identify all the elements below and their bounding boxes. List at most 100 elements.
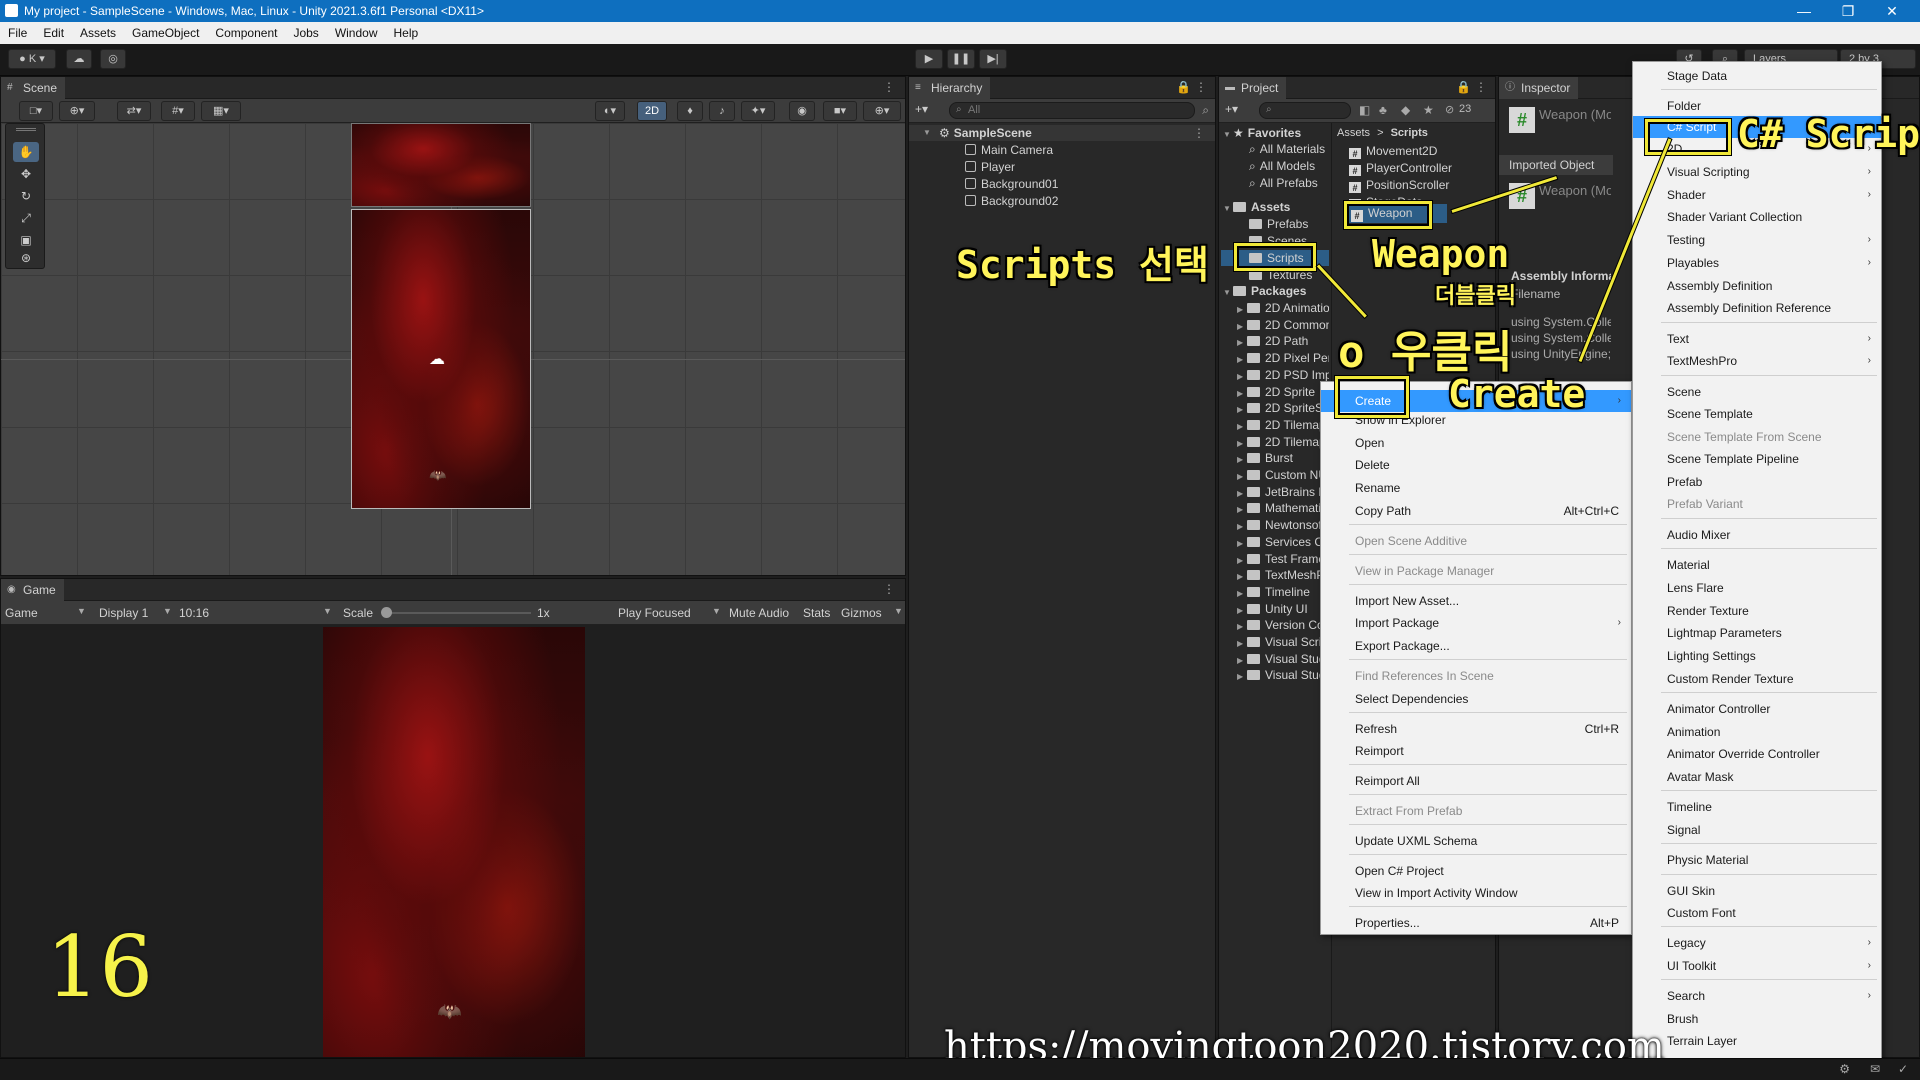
create-menu-item-animation[interactable]: Animation [1633,721,1881,743]
package-folder[interactable]: ▶ 2D Sprite [1237,384,1329,400]
tab-project[interactable]: ▬ Project [1219,77,1287,99]
play-button[interactable]: ▶ [915,49,943,69]
step-button[interactable]: ▶| [979,49,1007,69]
restore-button[interactable]: ❐ [1826,0,1870,22]
breadcrumb-current[interactable]: Scripts [1391,127,1428,139]
stats-button[interactable]: Stats [803,606,830,620]
context-menu-item-refresh[interactable]: Refresh Ctrl+R [1321,718,1631,740]
package-folder[interactable]: ▶ 2D Animation [1237,300,1329,316]
create-menu-item-stage-data[interactable]: Stage Data [1633,65,1881,87]
scene-expand-icon[interactable]: ▼ [923,125,931,141]
package-folder[interactable]: ▶Visual Studio Editor [1237,667,1329,683]
create-menu-item-playables[interactable]: Playables › [1633,252,1881,274]
assets-header[interactable]: ▼ Assets [1223,199,1329,215]
package-folder[interactable]: ▶ 2D Pixel Perfect [1237,350,1329,366]
gizmos-button[interactable]: Gizmos [841,606,882,620]
package-folder[interactable]: ▶2D Tilemap Extras [1237,434,1329,450]
context-menu-item-rename[interactable]: Rename [1321,477,1631,499]
create-menu-item-scene-template[interactable]: Scene Template [1633,403,1881,425]
context-menu-item-open[interactable]: Open [1321,432,1631,454]
favorite-item[interactable]: ⌕ All Materials [1249,141,1329,157]
move-tool[interactable]: ✥ [13,164,39,184]
tab-scene[interactable]: # Scene [1,77,66,99]
create-menu-item-custom-font[interactable]: Custom Font [1633,902,1881,924]
scene-more-options-icon[interactable]: ⋮ [1193,125,1205,141]
package-folder[interactable]: ▶2D Tilemap Editor [1237,417,1329,433]
status-bug-icon[interactable]: ✉ [1870,1062,1880,1076]
hierarchy-search-input[interactable]: ⌕ All [949,102,1195,119]
project-search-input[interactable]: ⌕ [1259,102,1351,119]
camera-dropdown[interactable]: ■▾ [823,101,857,121]
create-menu-item-shader-variant-collection[interactable]: Shader Variant Collection [1633,206,1881,228]
script-asset[interactable]: # Movement2D [1349,143,1495,159]
create-menu-item-shader[interactable]: Shader › [1633,184,1881,206]
create-menu-item-assembly-definition-reference[interactable]: Assembly Definition Reference [1633,297,1881,319]
create-menu-item-search[interactable]: Search › [1633,985,1881,1007]
bat-sprite[interactable]: 🦇 [429,467,446,484]
search-by-label-icon[interactable]: ♣ [1379,103,1387,117]
package-folder[interactable]: ▶ 2D Common [1237,317,1329,333]
create-menu-item-avatar-mask[interactable]: Avatar Mask [1633,766,1881,788]
palette-drag-handle[interactable] [16,128,36,131]
audio-toggle[interactable]: ♪ [709,101,735,121]
hidden-objects-toggle[interactable]: ◉ [789,101,815,121]
package-folder[interactable]: ▶ Timeline [1237,584,1329,600]
create-menu-item-lens-flare[interactable]: Lens Flare [1633,577,1881,599]
snap-increment-dropdown[interactable]: ▦▾ [201,101,241,121]
close-button[interactable]: ✕ [1870,0,1914,22]
scale-tool[interactable]: ⤢ [13,208,39,228]
context-menu-item-copy-path[interactable]: Copy Path Alt+Ctrl+C [1321,500,1631,522]
project-more-icon[interactable]: ⋮ [1475,80,1487,94]
create-menu-item-brush[interactable]: Brush [1633,1008,1881,1030]
context-menu-item-select-dependencies[interactable]: Select Dependencies [1321,688,1631,710]
create-menu-item-textmeshpro[interactable]: TextMeshPro › [1633,350,1881,372]
search-by-type-icon[interactable]: ◧ [1359,103,1370,117]
rect-tool[interactable]: ▣ [13,230,39,250]
context-menu-item-export-package[interactable]: Export Package... [1321,635,1631,657]
shading-mode-button[interactable]: ◐▾ [595,101,625,121]
package-folder[interactable]: ▶Newtonsoft Json [1237,517,1329,533]
context-menu-item-update-uxml-schema[interactable]: Update UXML Schema [1321,830,1631,852]
script-asset[interactable]: # PlayerController [1349,160,1495,176]
lighting-toggle[interactable]: ♦ [677,101,703,121]
favorite-item[interactable]: ⌕ All Models [1249,158,1329,174]
create-menu-item-terrain-layer[interactable]: Terrain Layer [1633,1030,1881,1052]
display-select[interactable]: Display 1 [99,606,148,620]
hierarchy-add-button[interactable]: +▾ [915,102,928,116]
hierarchy-item[interactable]: Player [909,159,1215,175]
tab-hierarchy[interactable]: ≡ Hierarchy [909,77,991,99]
favorite-star-icon[interactable]: ★ [1423,103,1434,117]
breadcrumb-root[interactable]: Assets [1337,127,1370,139]
scale-slider-track[interactable] [385,612,531,614]
create-menu-item-text[interactable]: Text › [1633,328,1881,350]
package-folder[interactable]: ▶ 2D Path [1237,333,1329,349]
package-folder[interactable]: ▶2D SpriteShape [1237,400,1329,416]
aspect-select[interactable]: 10:16 [179,606,209,620]
create-menu-item-animator-override-controller[interactable]: Animator Override Controller [1633,743,1881,765]
scene-more-icon[interactable]: ⋮ [883,80,895,94]
move-tool-dropdown[interactable]: ⇄▾ [117,101,151,121]
menu-assets[interactable]: Assets [72,26,124,40]
asset-folder[interactable]: Prefabs [1249,216,1329,232]
create-menu-item-visual-scripting[interactable]: Visual Scripting › [1633,161,1881,183]
create-menu-item-assembly-definition[interactable]: Assembly Definition [1633,275,1881,297]
context-menu-item-import-new-asset[interactable]: Import New Asset... [1321,590,1631,612]
menu-edit[interactable]: Edit [35,26,72,40]
mode-2d-button[interactable]: 2D [637,101,667,121]
create-menu-item-prefab[interactable]: Prefab [1633,471,1881,493]
create-menu-item-physic-material[interactable]: Physic Material [1633,849,1881,871]
create-menu-item-signal[interactable]: Signal [1633,819,1881,841]
create-menu-item-legacy[interactable]: Legacy › [1633,932,1881,954]
context-menu-item-delete[interactable]: Delete [1321,454,1631,476]
account-dropdown[interactable]: ● K ▾ [8,49,56,69]
tab-inspector[interactable]: ⓘ Inspector [1499,77,1579,99]
game-view-select[interactable]: Game [5,606,38,620]
package-folder[interactable]: ▶Version Control [1237,617,1329,633]
menu-gameobject[interactable]: GameObject [124,26,207,40]
create-menu-item-material[interactable]: Material [1633,554,1881,576]
hand-tool[interactable]: ✋ [13,142,39,162]
scale-slider-thumb[interactable] [381,607,392,618]
gizmo-toggle[interactable]: ⊕▾ [59,101,95,121]
effects-dropdown[interactable]: ✦▾ [741,101,775,121]
package-folder[interactable]: ▶JetBrains Rider Editor [1237,484,1329,500]
